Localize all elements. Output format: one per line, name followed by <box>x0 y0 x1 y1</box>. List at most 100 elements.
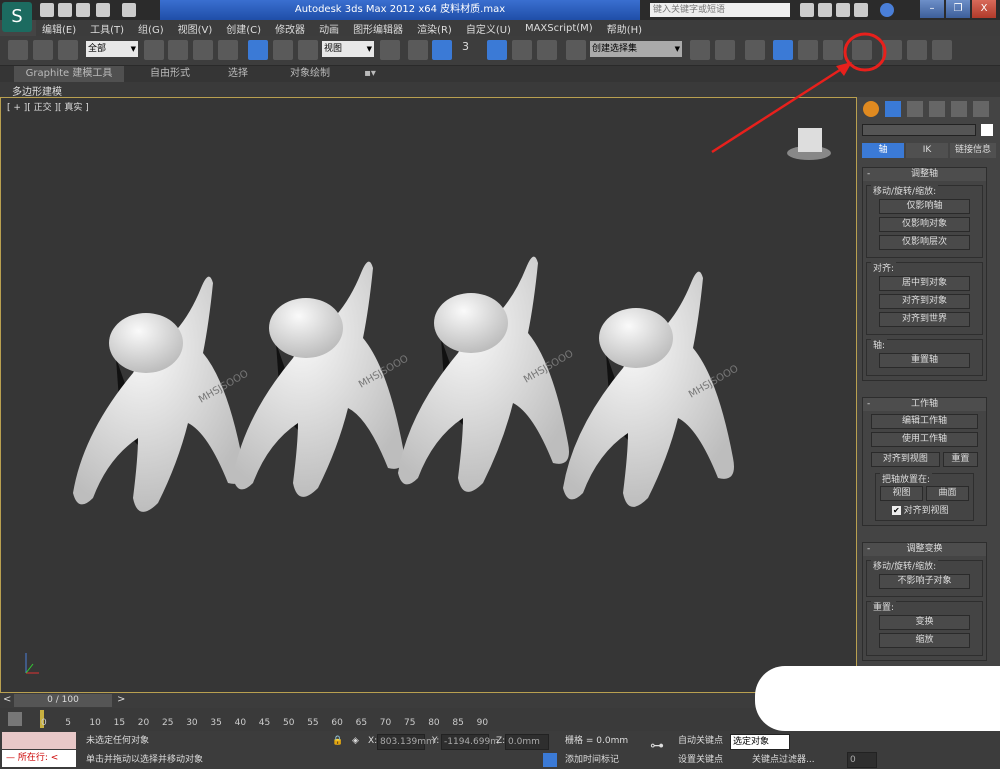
pivot-center-icon[interactable] <box>380 40 400 60</box>
mini-curve-editor-icon[interactable] <box>8 712 22 726</box>
next-frame-icon[interactable]: > <box>117 694 125 705</box>
search-input[interactable]: 键入关键字或短语 <box>650 3 790 17</box>
named-selection-dropdown[interactable]: 创建选择集 <box>590 41 682 57</box>
use-working-pivot-button[interactable]: 使用工作轴 <box>871 432 978 447</box>
tab-graphite[interactable]: Graphite 建模工具 <box>14 66 124 82</box>
close-button[interactable]: X <box>972 0 996 18</box>
keyboard-shortcut-icon[interactable] <box>432 40 452 60</box>
reset-scale-button[interactable]: 缩放 <box>879 633 970 648</box>
bind-spacewarp-icon[interactable] <box>58 40 78 60</box>
restore-button[interactable]: ❐ <box>946 0 970 18</box>
menu-graph-editors[interactable]: 图形编辑器 <box>353 21 403 36</box>
tab-selection[interactable]: 选择 <box>218 66 258 82</box>
rect-selection-icon[interactable] <box>193 40 213 60</box>
object-name-field[interactable] <box>862 124 976 136</box>
set-key-button[interactable]: 设置关键点 <box>678 753 723 767</box>
dog-model[interactable]: MHSJSOOO <box>73 276 251 512</box>
key-mode-dropdown[interactable]: 选定对象 <box>730 734 790 750</box>
edit-named-sets-icon[interactable] <box>566 40 586 60</box>
align-icon[interactable] <box>715 40 735 60</box>
select-move-icon[interactable] <box>248 40 268 60</box>
create-tab-icon[interactable] <box>863 101 879 117</box>
menu-edit[interactable]: 编辑(E) <box>42 21 76 36</box>
viewcube[interactable] <box>787 128 831 160</box>
star-icon[interactable] <box>854 3 868 17</box>
menu-group[interactable]: 组(G) <box>138 21 164 36</box>
hierarchy-tab-icon[interactable] <box>907 101 923 117</box>
tab-pivot[interactable]: 轴 <box>862 143 904 158</box>
affect-hierarchy-only-button[interactable]: 仅影响层次 <box>879 235 970 250</box>
graphite-toggle-icon[interactable] <box>773 40 793 60</box>
dog-model[interactable]: MHSJSOOO <box>398 256 576 492</box>
tab-object-paint[interactable]: 对象绘制 <box>280 66 340 82</box>
polygon-modeling-label[interactable]: 多边形建模 <box>12 83 62 98</box>
tab-link-info[interactable]: 链接信息 <box>950 143 996 158</box>
render-teapot-icon[interactable] <box>932 40 952 60</box>
tab-ik[interactable]: IK <box>906 143 948 158</box>
rollout-header[interactable]: 工作轴 <box>863 398 986 411</box>
key-icon[interactable]: ⊶ <box>650 739 664 753</box>
absolute-mode-icon[interactable]: ◈ <box>352 734 359 748</box>
align-to-object-button[interactable]: 对齐到对象 <box>879 294 970 309</box>
community-icon[interactable] <box>836 3 850 17</box>
display-tab-icon[interactable] <box>951 101 967 117</box>
material-editor-icon[interactable] <box>852 40 872 60</box>
view-button[interactable]: 视图 <box>880 486 923 501</box>
prev-frame-icon[interactable]: < <box>3 694 11 705</box>
reset-transform-button[interactable]: 变换 <box>879 615 970 630</box>
ref-coord-dropdown[interactable]: 视图 <box>322 41 374 57</box>
align-to-view-checkbox[interactable]: ✔ 对齐到视图 <box>880 503 969 516</box>
edit-working-pivot-button[interactable]: 编辑工作轴 <box>871 414 978 429</box>
select-by-name-icon[interactable] <box>168 40 188 60</box>
rollout-header[interactable]: 调整变换 <box>863 543 986 556</box>
select-scale-icon[interactable] <box>298 40 318 60</box>
dog-model[interactable]: MHSJSOOO <box>563 271 741 507</box>
rendered-frame-icon[interactable] <box>907 40 927 60</box>
object-color-swatch[interactable] <box>981 124 993 136</box>
align-to-world-button[interactable]: 对齐到世界 <box>879 312 970 327</box>
schematic-view-icon[interactable] <box>823 40 843 60</box>
window-crossing-icon[interactable] <box>218 40 238 60</box>
curve-editor-icon[interactable] <box>798 40 818 60</box>
unlink-icon[interactable] <box>33 40 53 60</box>
layer-manager-icon[interactable] <box>745 40 765 60</box>
link-icon[interactable] <box>8 40 28 60</box>
redo-icon[interactable] <box>122 3 136 17</box>
maxscript-listener[interactable] <box>2 732 76 749</box>
surface-button[interactable]: 曲面 <box>926 486 969 501</box>
checkbox-checked-icon[interactable]: ✔ <box>892 506 901 515</box>
key-filters-button[interactable]: 关键点过滤器... <box>752 753 815 767</box>
new-icon[interactable] <box>40 3 54 17</box>
utilities-tab-icon[interactable] <box>973 101 989 117</box>
select-manipulate-icon[interactable] <box>408 40 428 60</box>
lock-icon[interactable]: 🔒 <box>332 734 343 748</box>
wrench-icon[interactable] <box>818 3 832 17</box>
app-logo-button[interactable]: S <box>2 2 32 32</box>
align-to-view-button[interactable]: 对齐到视图 <box>871 452 940 467</box>
viewport-perspective[interactable]: [ + ][ 正交 ][ 真实 ] MHSJSOOO MHSJSOOO MHSJ… <box>0 97 857 693</box>
motion-tab-icon[interactable] <box>929 101 945 117</box>
add-time-tag[interactable]: 添加时间标记 <box>565 753 619 767</box>
help-icon[interactable] <box>880 3 894 17</box>
y-coordinate[interactable]: -1194.699m <box>441 734 499 750</box>
time-tag-icon[interactable] <box>543 753 557 767</box>
track-bar[interactable]: 0 5 10 15 20 25 30 35 40 45 50 55 60 65 70 75 80 85 90 <box>0 708 857 731</box>
menu-customize[interactable]: 自定义(U) <box>466 21 511 36</box>
time-slider[interactable]: < 0 / 100 > <box>0 693 857 708</box>
menu-tools[interactable]: 工具(T) <box>90 21 124 36</box>
minimize-button[interactable]: – <box>920 0 944 18</box>
menu-modifiers[interactable]: 修改器 <box>275 21 305 36</box>
center-to-object-button[interactable]: 居中到对象 <box>879 276 970 291</box>
open-icon[interactable] <box>58 3 72 17</box>
select-object-icon[interactable] <box>144 40 164 60</box>
angle-snap-icon[interactable] <box>487 40 507 60</box>
ribbon-options-icon[interactable]: ▪▾ <box>360 66 380 82</box>
current-frame-field[interactable]: 0 <box>847 752 877 768</box>
affect-pivot-only-button[interactable]: 仅影响轴 <box>879 199 970 214</box>
spinner-snap-icon[interactable] <box>537 40 557 60</box>
x-coordinate[interactable]: 803.139mm <box>377 734 435 750</box>
menu-create[interactable]: 创建(C) <box>226 21 261 36</box>
reset-pivot-button[interactable]: 重置轴 <box>879 353 970 368</box>
menu-animation[interactable]: 动画 <box>319 21 339 36</box>
percent-snap-icon[interactable] <box>512 40 532 60</box>
